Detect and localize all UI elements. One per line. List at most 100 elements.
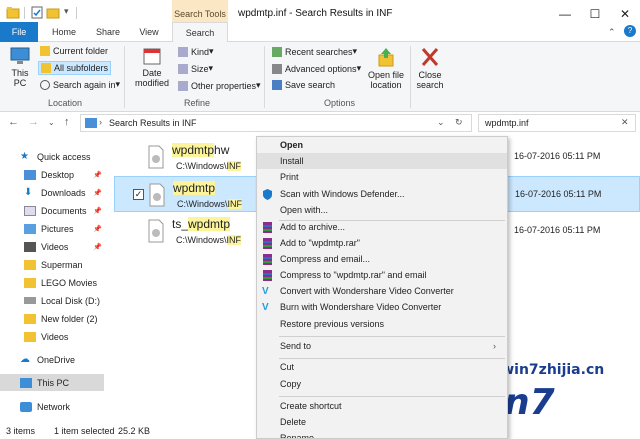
menu-item-scan-defender[interactable]: Scan with Windows Defender... <box>257 186 507 202</box>
sidebar-item-onedrive[interactable]: ☁ OneDrive <box>0 351 104 368</box>
sidebar-item-pictures[interactable]: Pictures 📌 <box>0 220 104 237</box>
sidebar-item-network[interactable]: Network <box>0 398 104 415</box>
sidebar-item-this-pc[interactable]: This PC <box>0 374 104 391</box>
menu-item-convert-wondershare[interactable]: V Convert with Wondershare Video Converte… <box>257 283 507 299</box>
all-subfolders-button[interactable]: All subfolders <box>38 61 112 75</box>
open-file-location-button[interactable]: Open file location <box>364 46 408 90</box>
winrar-icon <box>263 254 272 265</box>
forward-arrow-icon[interactable]: → <box>28 116 39 128</box>
clear-search-icon[interactable]: ✕ <box>621 117 629 128</box>
tab-view[interactable]: View <box>130 22 168 42</box>
item-checkbox[interactable]: ✓ <box>133 189 144 200</box>
refresh-icon[interactable]: ↻ <box>455 117 463 128</box>
cloud-icon: ☁ <box>20 353 30 365</box>
advanced-options-icon <box>272 63 282 74</box>
menu-item-open-with[interactable]: Open with... <box>257 202 507 218</box>
pin-icon[interactable]: 📌 <box>93 171 102 179</box>
sidebar-item-documents[interactable]: Documents 📌 <box>0 202 104 219</box>
sidebar-item-videos-folder[interactable]: Videos <box>0 328 104 345</box>
menu-item-rename[interactable]: Rename <box>257 430 507 438</box>
sidebar-item-new-folder-2[interactable]: New folder (2) <box>0 310 104 327</box>
pc-icon <box>20 377 32 388</box>
shield-icon <box>263 189 272 200</box>
minimize-ribbon-icon[interactable]: ⌃ <box>608 27 616 38</box>
recent-searches-icon <box>272 46 282 57</box>
tab-share[interactable]: Share <box>88 22 128 42</box>
file-path: C:\Windows\INF <box>177 199 243 209</box>
recent-searches-button[interactable]: Recent searches ▾ <box>272 46 357 57</box>
subfolders-icon <box>41 63 51 73</box>
options-group-label: Options <box>324 98 356 108</box>
ribbon: This PC Current folder All subfolders Se… <box>0 42 640 112</box>
menu-item-install[interactable]: Install <box>257 153 507 169</box>
menu-item-restore-versions[interactable]: Restore previous versions <box>257 316 507 332</box>
kind-icon <box>178 46 188 57</box>
menu-item-copy[interactable]: Copy <box>257 376 507 392</box>
menu-item-create-shortcut[interactable]: Create shortcut <box>257 398 507 414</box>
selection-count: 1 item selected <box>54 426 115 436</box>
date-modified-label: Date modified <box>134 68 170 88</box>
folder-icon <box>24 277 36 288</box>
new-folder-icon[interactable] <box>46 6 60 19</box>
menu-item-open[interactable]: Open <box>257 137 507 153</box>
up-arrow-icon[interactable]: ↑ <box>64 116 70 128</box>
advanced-options-button[interactable]: Advanced options ▾ <box>272 63 361 74</box>
menu-item-cut[interactable]: Cut <box>257 359 507 375</box>
folder-icon <box>24 331 36 342</box>
other-properties-button[interactable]: Other properties ▾ <box>178 80 261 91</box>
sidebar-item-quick-access[interactable]: ★ Quick access <box>0 148 104 165</box>
menu-item-compress-email[interactable]: Compress and email... <box>257 251 507 267</box>
back-arrow-icon[interactable]: ← <box>8 116 19 128</box>
address-dropdown-icon[interactable]: ⌄ <box>437 117 445 128</box>
drive-icon <box>24 297 36 304</box>
sidebar-item-local-disk-d[interactable]: Local Disk (D:) <box>0 292 104 309</box>
submenu-arrow-icon: › <box>493 341 496 351</box>
wondershare-icon: V <box>262 286 269 297</box>
customize-qat-icon[interactable]: ▾ <box>64 6 69 17</box>
menu-item-send-to[interactable]: Send to › <box>257 338 507 354</box>
selection-size: 25.2 KB <box>118 426 151 436</box>
current-folder-button[interactable]: Current folder <box>40 46 108 56</box>
navigation-row: ← → ⌄ ↑ › Search Results in INF ⌄ ↻ wpdm… <box>0 112 640 134</box>
inf-file-icon <box>148 145 164 169</box>
recent-locations-icon[interactable]: ⌄ <box>48 118 55 127</box>
sidebar-item-downloads[interactable]: ⬇ Downloads 📌 <box>0 184 104 201</box>
inf-file-icon <box>149 183 165 207</box>
tab-file[interactable]: File <box>0 22 38 42</box>
size-button[interactable]: Size ▾ <box>178 63 213 74</box>
this-pc-button[interactable]: This PC <box>6 46 34 88</box>
open-location-icon <box>378 48 394 67</box>
kind-button[interactable]: Kind ▾ <box>178 46 214 57</box>
save-search-button[interactable]: Save search <box>272 80 335 90</box>
download-icon: ⬇ <box>24 186 33 198</box>
menu-item-compress-rar-email[interactable]: Compress to "wpdmtp.rar" and email <box>257 267 507 283</box>
pin-icon[interactable]: 📌 <box>93 243 102 251</box>
inf-file-icon <box>148 219 164 243</box>
sidebar-item-superman[interactable]: Superman <box>0 256 104 273</box>
sidebar-item-lego-movies[interactable]: LEGO Movies <box>0 274 104 291</box>
menu-item-add-archive[interactable]: Add to archive... <box>257 219 507 235</box>
sidebar-item-videos[interactable]: Videos 📌 <box>0 238 104 255</box>
address-bar[interactable]: › Search Results in INF ⌄ ↻ <box>80 114 472 132</box>
close-search-button[interactable]: Close search <box>414 46 446 90</box>
help-icon[interactable]: ? <box>624 25 636 37</box>
properties-icon[interactable] <box>30 6 44 19</box>
breadcrumb-chevron-icon[interactable]: › <box>99 117 102 127</box>
tab-home[interactable]: Home <box>44 22 84 42</box>
menu-item-delete[interactable]: Delete <box>257 414 507 430</box>
sidebar-item-desktop[interactable]: Desktop 📌 <box>0 166 104 183</box>
size-icon <box>178 63 188 74</box>
pin-icon[interactable]: 📌 <box>93 225 102 233</box>
menu-item-print[interactable]: Print <box>257 169 507 185</box>
menu-item-add-rar[interactable]: Add to "wpdmtp.rar" <box>257 235 507 251</box>
search-again-in-button[interactable]: Search again in ▾ <box>40 79 120 90</box>
pin-icon[interactable]: 📌 <box>93 189 102 197</box>
menu-item-burn-wondershare[interactable]: V Burn with Wondershare Video Converter <box>257 299 507 315</box>
search-input[interactable]: wpdmtp.inf ✕ <box>478 114 636 132</box>
folder-app-icon <box>6 7 20 19</box>
pin-icon[interactable]: 📌 <box>93 207 102 215</box>
date-modified-button[interactable]: Date modified <box>128 46 176 88</box>
search-icon <box>40 79 50 90</box>
properties-icon <box>178 80 188 91</box>
tab-search[interactable]: Search <box>172 22 228 43</box>
